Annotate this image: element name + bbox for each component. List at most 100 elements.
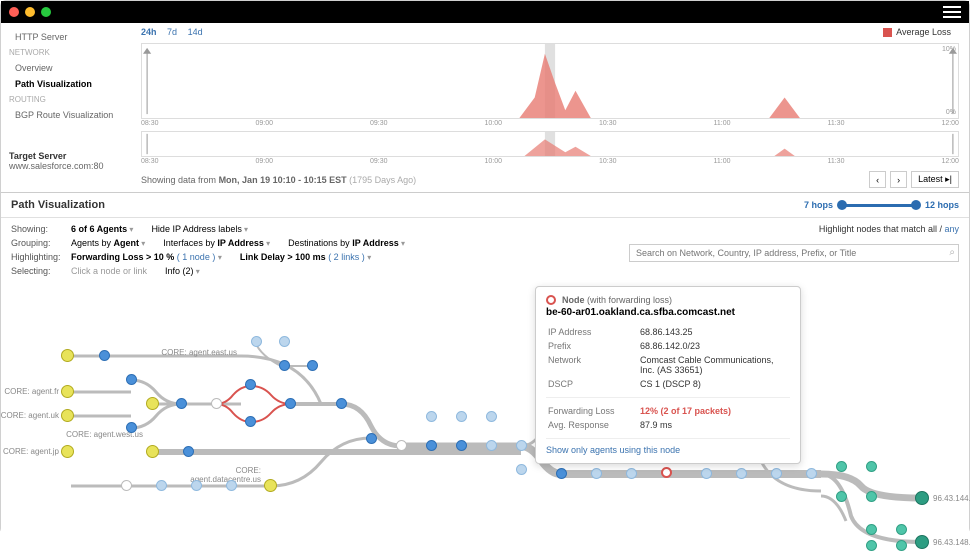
hop-node[interactable] [176,398,187,409]
agent-label: CORE: agent.east.us [159,348,237,357]
showing-dropdown[interactable]: 6 of 6 Agents [71,224,133,234]
hop-node[interactable] [866,491,877,502]
hop-node[interactable] [121,480,132,491]
hop-node[interactable] [556,468,567,479]
tooltip-node-name: be-60-ar01.oakland.ca.sfba.comcast.net [546,307,790,318]
destinations-by-dropdown[interactable]: Destinations by IP Address [288,238,405,248]
hop-node[interactable] [396,440,407,451]
sidebar-item-overview[interactable]: Overview [9,60,123,76]
hop-node[interactable] [866,461,877,472]
hop-node[interactable] [426,440,437,451]
window-controls [9,7,51,17]
hop-node[interactable] [866,540,877,551]
hop-node[interactable] [456,440,467,451]
hop-node[interactable] [156,480,167,491]
hop-node[interactable] [896,524,907,535]
show-only-link[interactable]: Show only agents using this node [546,445,790,455]
fwd-loss-filter[interactable]: Forwarding Loss > 10 % ( 1 node ) [71,252,222,262]
agent-node[interactable] [146,397,159,410]
loss-chart[interactable]: 10% 0% [141,43,959,119]
agent-node[interactable] [61,385,74,398]
destination-node[interactable] [915,491,929,505]
hop-node[interactable] [591,468,602,479]
hop-node[interactable] [279,336,290,347]
tab-14d[interactable]: 14d [188,27,203,37]
prev-button[interactable]: ‹ [869,171,886,188]
error-node[interactable] [661,467,672,478]
next-button[interactable]: › [890,171,907,188]
hop-node[interactable] [191,480,202,491]
tooltip-network: Comcast Cable Communications, Inc. (AS 3… [640,354,788,376]
hop-node[interactable] [285,398,296,409]
hops-min: 7 hops [804,200,833,210]
hop-node[interactable] [126,422,137,433]
search-icon[interactable]: ⌕ [949,247,955,258]
hop-node[interactable] [456,411,467,422]
hop-node[interactable] [866,524,877,535]
agents-by-dropdown[interactable]: Agents by Agent [71,238,145,248]
hop-node[interactable] [279,360,290,371]
close-icon[interactable] [9,7,19,17]
link-delay-filter[interactable]: Link Delay > 100 ms ( 2 links ) [240,252,371,262]
hop-node[interactable] [701,468,712,479]
sidebar-item-path-viz[interactable]: Path Visualization [9,76,123,92]
hide-labels-dropdown[interactable]: Hide IP Address labels [151,224,248,234]
tooltip-dscp: CS 1 (DSCP 8) [640,378,788,390]
hop-node[interactable] [836,491,847,502]
legend-swatch-icon [883,28,892,37]
info-dropdown[interactable]: Info (2) [165,266,200,276]
tab-24h[interactable]: 24h [141,27,157,37]
minimize-icon[interactable] [25,7,35,17]
interfaces-by-dropdown[interactable]: Interfaces by IP Address [163,238,270,248]
hop-node[interactable] [486,411,497,422]
hop-node[interactable] [896,540,907,551]
hop-node[interactable] [426,411,437,422]
hop-node[interactable] [126,374,137,385]
hop-node[interactable] [836,461,847,472]
hop-node[interactable] [307,360,318,371]
pv-title: Path Visualization [11,199,105,211]
hop-node[interactable] [226,480,237,491]
hop-node[interactable] [626,468,637,479]
hop-node[interactable] [516,440,527,451]
agent-label: CORE: agent.jp [0,447,59,456]
search-input[interactable] [629,244,959,262]
hop-node[interactable] [245,416,256,427]
destination-node[interactable] [915,535,929,549]
hop-node[interactable] [99,350,110,361]
hop-node[interactable] [486,440,497,451]
sidebar-item-bgp[interactable]: BGP Route Visualization [9,107,123,123]
hop-node[interactable] [183,446,194,457]
path-graph[interactable]: CORE: agent.east.us CORE: agent.fr CORE:… [1,286,969,546]
chart-pane: 24h 7d 14d Average Loss 10% 0% 08:3009:0… [131,23,969,192]
hop-node[interactable] [806,468,817,479]
tab-7d[interactable]: 7d [167,27,177,37]
agent-node[interactable] [146,445,159,458]
hop-node[interactable] [336,398,347,409]
match-any-link[interactable]: any [944,224,959,234]
chart-ticks: 08:3009:0009:3010:0010:3011:0011:3012:00 [141,120,959,127]
hamburger-icon[interactable] [943,6,961,18]
target-label: Target Server [9,151,123,161]
sidebar-item-http[interactable]: HTTP Server [9,29,123,45]
latest-button[interactable]: Latest ▸| [911,171,959,188]
hops-slider[interactable]: 7 hops 12 hops [804,200,959,210]
overview-chart[interactable] [141,131,959,157]
highlighting-label: Highlighting: [11,252,71,262]
agent-node[interactable] [61,409,74,422]
match-mode: Highlight nodes that match all / any [819,224,959,234]
agent-node[interactable] [264,479,277,492]
agent-node[interactable] [61,445,74,458]
hop-node[interactable] [366,433,377,444]
hop-node[interactable] [245,379,256,390]
hop-node[interactable] [736,468,747,479]
tooltip-ip: 68.86.143.25 [640,326,788,338]
hop-node[interactable] [771,468,782,479]
agent-node[interactable] [61,349,74,362]
hop-node[interactable] [516,464,527,475]
hop-node[interactable] [211,398,222,409]
controls: Highlight nodes that match all / any ⌕ S… [1,218,969,286]
maximize-icon[interactable] [41,7,51,17]
showing-label: Showing: [11,224,71,234]
hop-node[interactable] [251,336,262,347]
